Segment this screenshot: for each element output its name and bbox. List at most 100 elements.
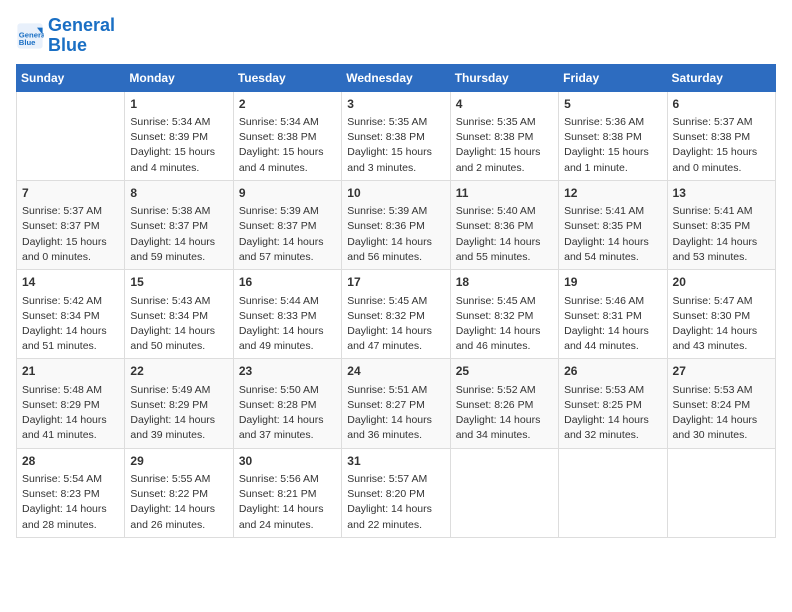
cell-content: Sunrise: 5:38 AM Sunset: 8:37 PM Dayligh… [130,204,227,265]
day-number: 6 [673,96,770,113]
day-number: 7 [22,185,119,202]
calendar-cell: 21 Sunrise: 5:48 AM Sunset: 8:29 PM Dayli… [17,359,125,448]
calendar-week-row: 1Sunrise: 5:34 AM Sunset: 8:39 PM Daylig… [17,91,776,180]
calendar-cell: 23Sunrise: 5:50 AM Sunset: 8:28 PM Dayli… [233,359,341,448]
cell-content: Sunrise: 5:54 AM Sunset: 8:23 PM Dayligh… [22,472,119,533]
calendar-cell: 24 Sunrise: 5:51 AM Sunset: 8:27 PM Dayli… [342,359,450,448]
logo: General Blue GeneralBlue [16,16,115,56]
header-cell-saturday: Saturday [667,64,775,91]
calendar-cell: 2 Sunrise: 5:34 AM Sunset: 8:38 PM Daylig… [233,91,341,180]
day-number: 2 [239,96,336,113]
calendar-cell: 7 Sunrise: 5:37 AM Sunset: 8:37 PM Daylig… [17,180,125,269]
cell-content: Sunrise: 5:46 AM Sunset: 8:31 PM Dayligh… [564,294,661,355]
cell-content: Sunrise: 5:49 AM Sunset: 8:29 PM Dayligh… [130,383,227,444]
day-number: 26 [564,363,661,380]
cell-content: Sunrise: 5:35 AM Sunset: 8:38 PM Dayligh… [456,115,553,176]
cell-content: Sunrise: 5:34 AM Sunset: 8:39 PM Dayligh… [130,115,227,176]
calendar-cell: 4 Sunrise: 5:35 AM Sunset: 8:38 PM Daylig… [450,91,558,180]
calendar-cell [559,448,667,537]
day-number: 9 [239,185,336,202]
cell-content: Sunrise: 5:40 AM Sunset: 8:36 PM Dayligh… [456,204,553,265]
day-number: 22 [130,363,227,380]
calendar-cell [667,448,775,537]
cell-content: Sunrise: 5:48 AM Sunset: 8:29 PM Dayligh… [22,383,119,444]
header-cell-sunday: Sunday [17,64,125,91]
cell-content: Sunrise: 5:36 AM Sunset: 8:38 PM Dayligh… [564,115,661,176]
calendar-cell: 26 Sunrise: 5:53 AM Sunset: 8:25 PM Dayli… [559,359,667,448]
calendar-cell: 19 Sunrise: 5:46 AM Sunset: 8:31 PM Dayli… [559,270,667,359]
logo-text: GeneralBlue [48,16,115,56]
header-cell-wednesday: Wednesday [342,64,450,91]
cell-content: Sunrise: 5:41 AM Sunset: 8:35 PM Dayligh… [673,204,770,265]
logo-icon: General Blue [16,22,44,50]
calendar-cell: 17 Sunrise: 5:45 AM Sunset: 8:32 PM Dayli… [342,270,450,359]
calendar-cell [17,91,125,180]
cell-content: Sunrise: 5:57 AM Sunset: 8:20 PM Dayligh… [347,472,444,533]
calendar-cell: 25Sunrise: 5:52 AM Sunset: 8:26 PM Dayli… [450,359,558,448]
cell-content: Sunrise: 5:43 AM Sunset: 8:34 PM Dayligh… [130,294,227,355]
day-number: 16 [239,274,336,291]
page-header: General Blue GeneralBlue [16,16,776,56]
calendar-cell: 29 Sunrise: 5:55 AM Sunset: 8:22 PM Dayli… [125,448,233,537]
day-number: 21 [22,363,119,380]
cell-content: Sunrise: 5:45 AM Sunset: 8:32 PM Dayligh… [456,294,553,355]
cell-content: Sunrise: 5:45 AM Sunset: 8:32 PM Dayligh… [347,294,444,355]
calendar-cell: 31 Sunrise: 5:57 AM Sunset: 8:20 PM Dayli… [342,448,450,537]
cell-content: Sunrise: 5:41 AM Sunset: 8:35 PM Dayligh… [564,204,661,265]
cell-content: Sunrise: 5:34 AM Sunset: 8:38 PM Dayligh… [239,115,336,176]
day-number: 19 [564,274,661,291]
day-number: 4 [456,96,553,113]
calendar-cell: 27Sunrise: 5:53 AM Sunset: 8:24 PM Dayli… [667,359,775,448]
calendar-cell: 13 Sunrise: 5:41 AM Sunset: 8:35 PM Dayli… [667,180,775,269]
calendar-week-row: 28 Sunrise: 5:54 AM Sunset: 8:23 PM Dayli… [17,448,776,537]
cell-content: Sunrise: 5:53 AM Sunset: 8:24 PM Dayligh… [673,383,770,444]
day-number: 17 [347,274,444,291]
calendar-cell: 20 Sunrise: 5:47 AM Sunset: 8:30 PM Dayli… [667,270,775,359]
calendar-cell: 6 Sunrise: 5:37 AM Sunset: 8:38 PM Daylig… [667,91,775,180]
calendar-cell [450,448,558,537]
day-number: 23 [239,363,336,380]
cell-content: Sunrise: 5:37 AM Sunset: 8:37 PM Dayligh… [22,204,119,265]
day-number: 28 [22,453,119,470]
calendar-cell: 16 Sunrise: 5:44 AM Sunset: 8:33 PM Dayli… [233,270,341,359]
header-cell-monday: Monday [125,64,233,91]
day-number: 14 [22,274,119,291]
calendar-cell: 30Sunrise: 5:56 AM Sunset: 8:21 PM Dayli… [233,448,341,537]
day-number: 29 [130,453,227,470]
day-number: 11 [456,185,553,202]
calendar-cell: 28 Sunrise: 5:54 AM Sunset: 8:23 PM Dayli… [17,448,125,537]
day-number: 12 [564,185,661,202]
calendar-cell: 9Sunrise: 5:39 AM Sunset: 8:37 PM Daylig… [233,180,341,269]
calendar-cell: 12 Sunrise: 5:41 AM Sunset: 8:35 PM Dayli… [559,180,667,269]
header-cell-friday: Friday [559,64,667,91]
calendar-header-row: SundayMondayTuesdayWednesdayThursdayFrid… [17,64,776,91]
day-number: 13 [673,185,770,202]
day-number: 30 [239,453,336,470]
calendar-cell: 11 Sunrise: 5:40 AM Sunset: 8:36 PM Dayli… [450,180,558,269]
cell-content: Sunrise: 5:55 AM Sunset: 8:22 PM Dayligh… [130,472,227,533]
cell-content: Sunrise: 5:37 AM Sunset: 8:38 PM Dayligh… [673,115,770,176]
header-cell-tuesday: Tuesday [233,64,341,91]
day-number: 15 [130,274,227,291]
cell-content: Sunrise: 5:53 AM Sunset: 8:25 PM Dayligh… [564,383,661,444]
calendar-week-row: 21 Sunrise: 5:48 AM Sunset: 8:29 PM Dayli… [17,359,776,448]
cell-content: Sunrise: 5:35 AM Sunset: 8:38 PM Dayligh… [347,115,444,176]
calendar-cell: 5 Sunrise: 5:36 AM Sunset: 8:38 PM Daylig… [559,91,667,180]
day-number: 31 [347,453,444,470]
calendar-cell: 3 Sunrise: 5:35 AM Sunset: 8:38 PM Daylig… [342,91,450,180]
day-number: 24 [347,363,444,380]
calendar-cell: 15 Sunrise: 5:43 AM Sunset: 8:34 PM Dayli… [125,270,233,359]
calendar-cell: 18 Sunrise: 5:45 AM Sunset: 8:32 PM Dayli… [450,270,558,359]
cell-content: Sunrise: 5:51 AM Sunset: 8:27 PM Dayligh… [347,383,444,444]
calendar-table: SundayMondayTuesdayWednesdayThursdayFrid… [16,64,776,538]
cell-content: Sunrise: 5:39 AM Sunset: 8:36 PM Dayligh… [347,204,444,265]
day-number: 3 [347,96,444,113]
calendar-cell: 8Sunrise: 5:38 AM Sunset: 8:37 PM Daylig… [125,180,233,269]
day-number: 18 [456,274,553,291]
day-number: 10 [347,185,444,202]
cell-content: Sunrise: 5:47 AM Sunset: 8:30 PM Dayligh… [673,294,770,355]
day-number: 5 [564,96,661,113]
cell-content: Sunrise: 5:44 AM Sunset: 8:33 PM Dayligh… [239,294,336,355]
header-cell-thursday: Thursday [450,64,558,91]
day-number: 20 [673,274,770,291]
